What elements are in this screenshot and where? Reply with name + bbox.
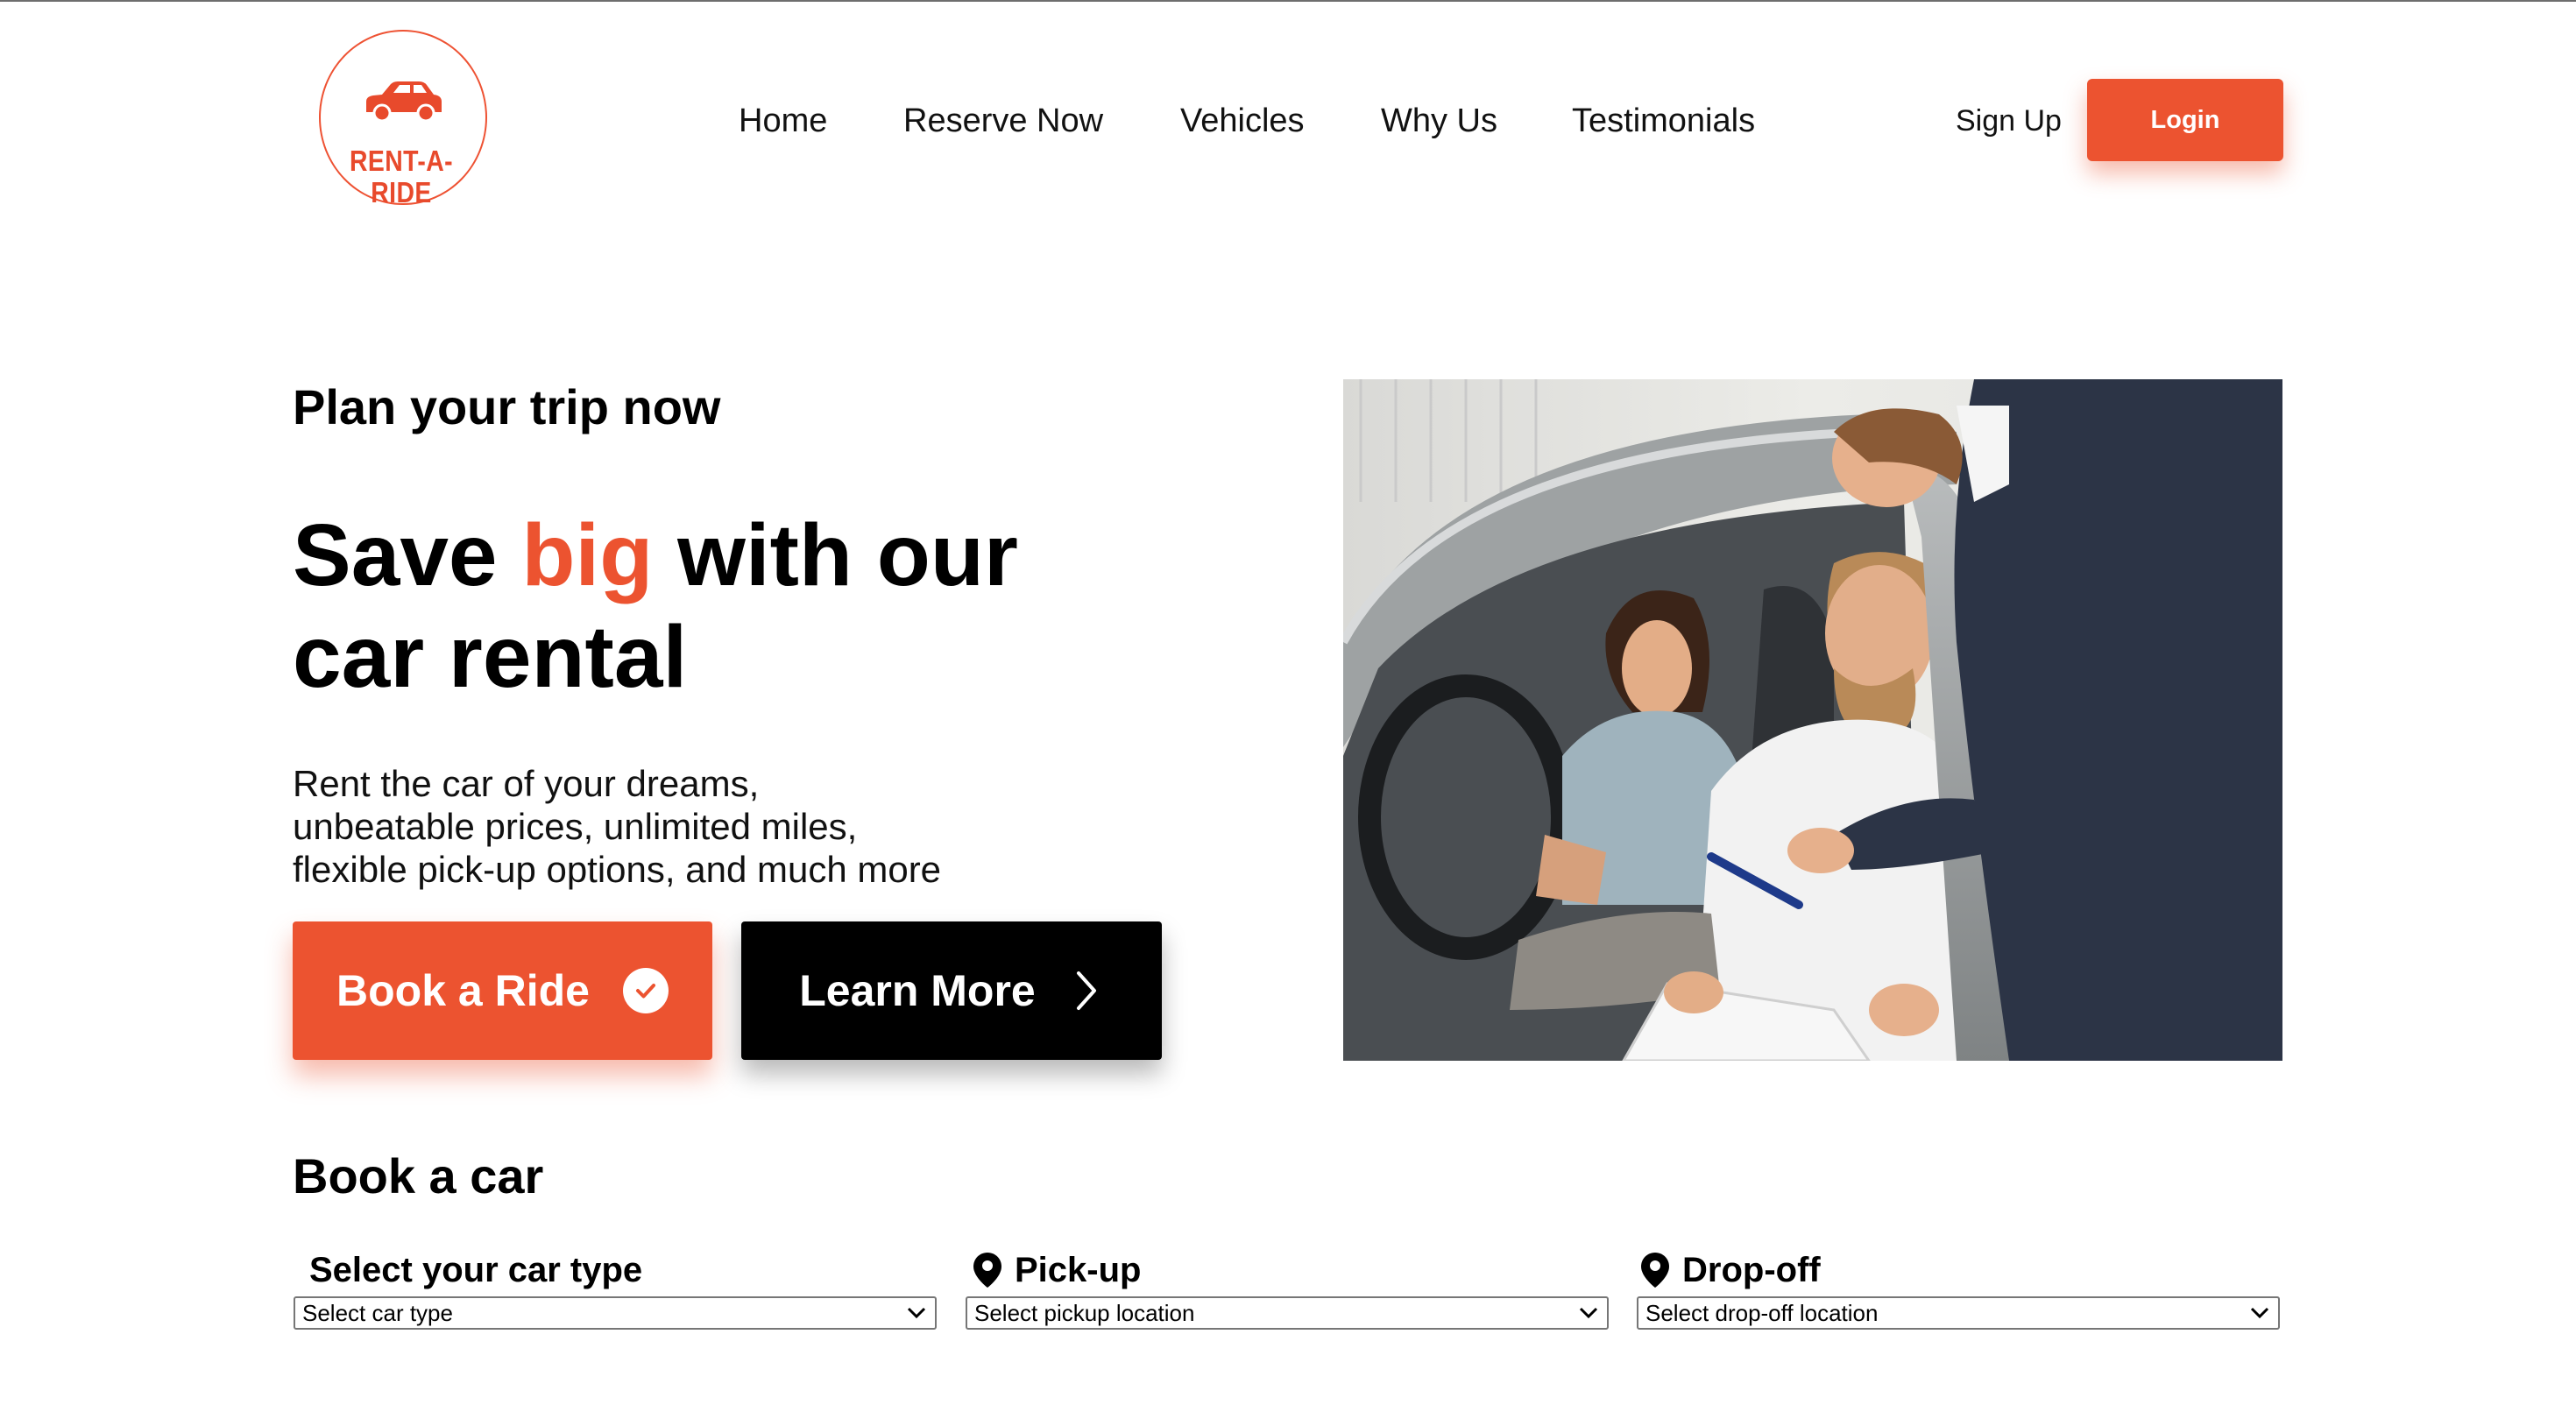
location-pin-icon xyxy=(1640,1251,1672,1289)
nav-why-us[interactable]: Why Us xyxy=(1381,98,1497,144)
nav-reserve-now[interactable]: Reserve Now xyxy=(903,98,1103,144)
learn-more-label: Learn More xyxy=(799,966,1036,1015)
hero-description-line: flexible pick-up options, and much more xyxy=(293,849,942,890)
car-rental-photo xyxy=(1343,379,2282,1061)
hero-description: Rent the car of your dreams, unbeatable … xyxy=(293,762,1081,891)
learn-more-button[interactable]: Learn More xyxy=(741,921,1162,1060)
car-type-select[interactable]: Select car type xyxy=(294,1296,937,1330)
chevron-down-icon xyxy=(1579,1307,1598,1319)
nav-testimonials[interactable]: Testimonials xyxy=(1572,98,1755,144)
pickup-field: Pick-up Select pickup location xyxy=(966,1244,1609,1330)
hero-headline: Save big with our car rental xyxy=(293,505,1169,708)
car-type-label-text: Select your car type xyxy=(309,1250,643,1289)
book-a-ride-label: Book a Ride xyxy=(336,966,590,1015)
dropoff-selected: Select drop-off location xyxy=(1645,1299,1879,1326)
pickup-label-text: Pick-up xyxy=(1015,1250,1142,1289)
login-button[interactable]: Login xyxy=(2087,79,2283,161)
nav-home[interactable]: Home xyxy=(739,98,827,144)
book-a-ride-button[interactable]: Book a Ride xyxy=(293,921,712,1060)
pickup-select[interactable]: Select pickup location xyxy=(966,1296,1609,1330)
pickup-label: Pick-up xyxy=(966,1244,1609,1296)
chevron-right-icon xyxy=(1069,968,1104,1013)
top-border xyxy=(0,0,2576,2)
dropoff-select[interactable]: Select drop-off location xyxy=(1637,1296,2280,1330)
car-type-field: Select your car type Select car type xyxy=(294,1244,937,1330)
car-type-label: Select your car type xyxy=(294,1244,937,1296)
nav-vehicles[interactable]: Vehicles xyxy=(1180,98,1305,144)
dropoff-label: Drop-off xyxy=(1637,1244,2280,1296)
brand-name: RENT-A-RIDE xyxy=(349,145,454,208)
headline-accent: big xyxy=(521,506,654,604)
brand-logo[interactable]: RENT-A-RIDE xyxy=(312,28,491,208)
headline-part-1: Save xyxy=(293,506,522,604)
sign-up-link[interactable]: Sign Up xyxy=(1956,98,2062,144)
hero-description-line: unbeatable prices, unlimited miles, xyxy=(293,806,858,847)
dropoff-label-text: Drop-off xyxy=(1682,1250,1821,1289)
chevron-down-icon xyxy=(907,1307,926,1319)
dropoff-field: Drop-off Select drop-off location xyxy=(1637,1244,2280,1330)
car-icon xyxy=(366,81,442,123)
car-type-selected: Select car type xyxy=(302,1299,453,1326)
pickup-selected: Select pickup location xyxy=(974,1299,1195,1326)
booking-title: Book a car xyxy=(293,1148,544,1204)
chevron-down-icon xyxy=(2250,1307,2269,1319)
location-pin-icon xyxy=(973,1251,1004,1289)
check-circle-icon xyxy=(622,968,669,1013)
hero-description-line: Rent the car of your dreams, xyxy=(293,763,760,804)
hero-eyebrow: Plan your trip now xyxy=(293,379,721,434)
